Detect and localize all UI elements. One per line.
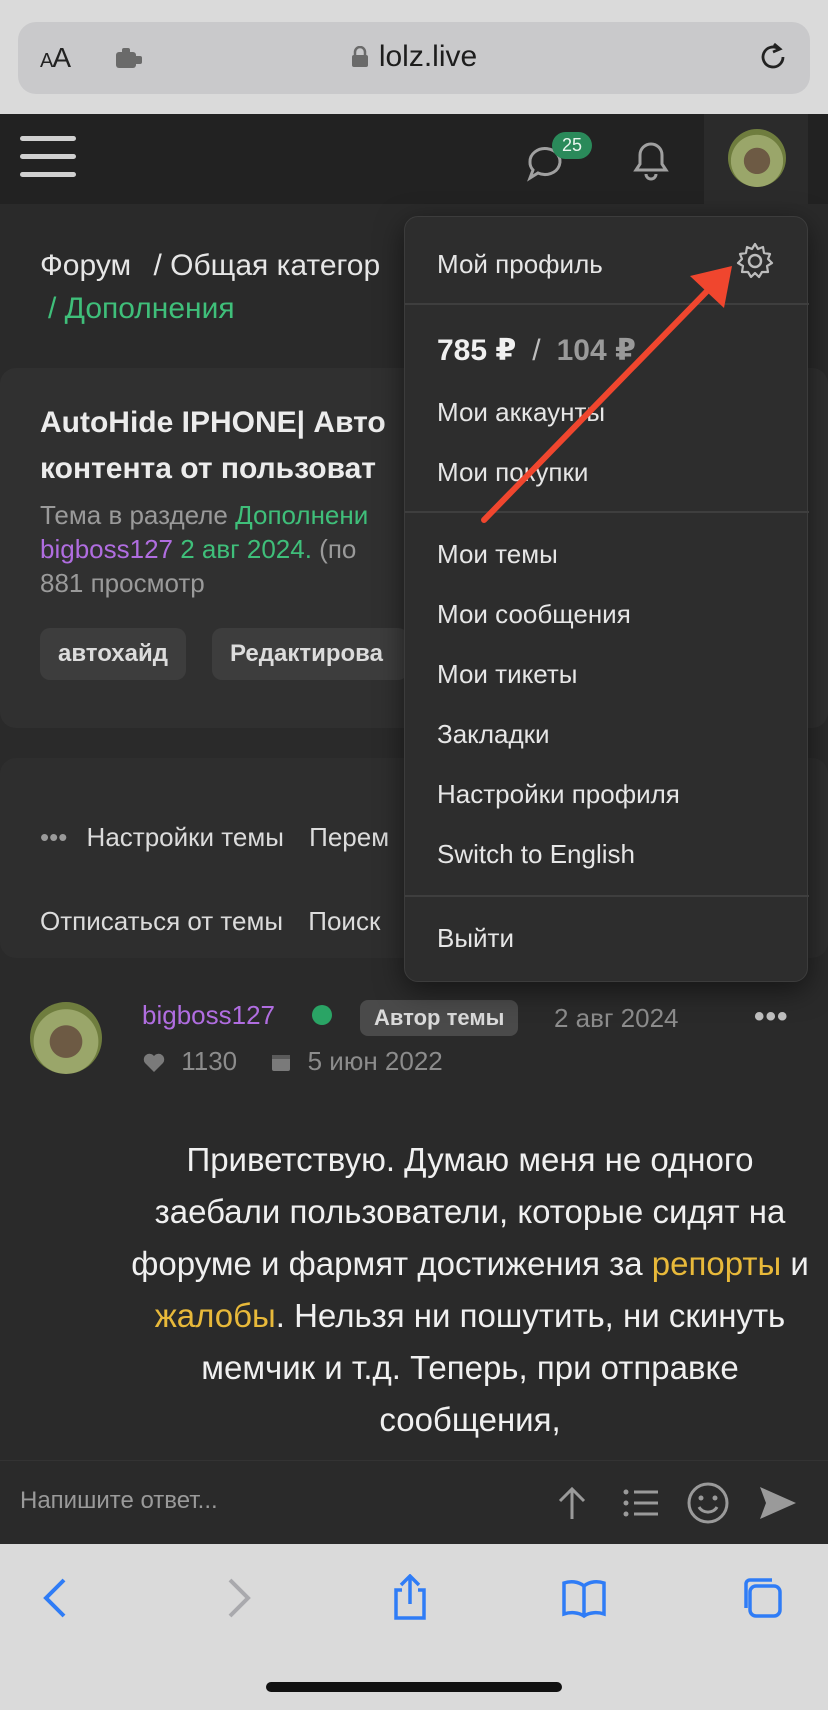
search-button[interactable]: Поиск — [308, 906, 380, 936]
home-indicator — [266, 1682, 562, 1692]
author-link[interactable]: bigboss127 — [40, 534, 173, 564]
address-bar[interactable]: AA lolz.live — [18, 22, 810, 94]
breadcrumb: Форум / Общая категор — [40, 238, 380, 294]
section-link[interactable]: Дополнени — [235, 500, 368, 530]
online-indicator — [312, 1005, 332, 1025]
reply-input[interactable]: Напишите ответ... — [20, 1487, 218, 1515]
bell-icon[interactable] — [630, 138, 672, 182]
balance-hold: 104 ₽ — [556, 334, 636, 367]
reload-icon[interactable] — [756, 40, 790, 74]
balance-main: 785 ₽ — [437, 334, 517, 367]
menu-divider — [405, 511, 809, 513]
menu-divider — [405, 895, 809, 897]
avatar — [728, 129, 786, 187]
list-icon[interactable] — [618, 1481, 662, 1525]
url-text[interactable]: lolz.live — [18, 40, 810, 74]
thread-actions-row: ••• Настройки темы Перем — [40, 822, 389, 853]
post-content: Приветствую. Думаю меня не одного заебал… — [131, 1141, 809, 1438]
likes-count: 1130 — [181, 1046, 238, 1076]
post-date[interactable]: 2 авг 2024 — [554, 1003, 679, 1034]
account-dropdown: Мой профиль 785 ₽/104 ₽ Мои аккаунты Мои… — [404, 216, 809, 982]
forum-header: 25 — [0, 114, 828, 204]
emoji-icon[interactable] — [686, 1481, 730, 1525]
breadcrumb-section[interactable]: / Дополнения — [48, 292, 235, 326]
view-count: 881 просмотр — [40, 568, 205, 598]
menu-icon[interactable] — [20, 136, 76, 182]
thread-actions-row-2: Отписаться от темы Поиск — [40, 906, 380, 937]
lock-icon — [351, 46, 368, 67]
menu-my-profile[interactable]: Мой профиль — [437, 249, 603, 280]
bookmarks-icon[interactable] — [560, 1574, 608, 1622]
tag-edit[interactable]: Редактирова — [212, 628, 408, 680]
menu-bookmarks[interactable]: Закладки — [437, 719, 550, 750]
menu-my-messages[interactable]: Мои сообщения — [437, 599, 631, 630]
thread-title: AutoHide IPHONE| Авто контента от пользо… — [40, 406, 386, 485]
thread-meta: Тема в разделе Дополнени bigboss127 2 ав… — [40, 498, 420, 600]
more-icon[interactable]: ••• — [40, 822, 67, 852]
menu-logout[interactable]: Выйти — [437, 923, 514, 954]
breadcrumb-forum[interactable]: Форум — [40, 249, 131, 282]
breadcrumb-category[interactable]: / Общая категор — [153, 249, 380, 282]
calendar-icon — [272, 1055, 291, 1071]
tabs-icon[interactable] — [738, 1574, 786, 1622]
tag-autohide[interactable]: автохайд — [40, 628, 186, 680]
upload-icon[interactable] — [550, 1481, 594, 1525]
menu-switch-language[interactable]: Switch to English — [437, 839, 635, 870]
browser-toolbar: AA lolz.live — [0, 0, 828, 114]
menu-my-purchases[interactable]: Мои покупки — [437, 457, 588, 488]
unsubscribe-button[interactable]: Отписаться от темы — [40, 906, 283, 936]
forward-icon[interactable] — [212, 1574, 260, 1622]
link-complaints[interactable]: жалобы — [155, 1297, 276, 1334]
post-stats: 1130 5 июн 2022 — [142, 1046, 443, 1077]
conversations-badge: 25 — [552, 132, 593, 159]
share-icon[interactable] — [386, 1574, 434, 1622]
menu-divider — [405, 303, 809, 305]
heart-icon — [143, 1053, 165, 1072]
reply-bar: Напишите ответ... — [0, 1460, 828, 1544]
move-button[interactable]: Перем — [309, 822, 389, 852]
balance[interactable]: 785 ₽/104 ₽ — [437, 333, 636, 368]
gear-icon[interactable] — [735, 241, 775, 281]
menu-my-tickets[interactable]: Мои тикеты — [437, 659, 577, 690]
menu-my-accounts[interactable]: Мои аккаунты — [437, 397, 605, 428]
post-more-icon[interactable]: ••• — [754, 1000, 789, 1034]
menu-my-threads[interactable]: Мои темы — [437, 539, 558, 570]
send-icon[interactable] — [756, 1481, 800, 1525]
post-avatar[interactable] — [30, 1002, 102, 1074]
account-menu-button[interactable] — [704, 114, 808, 204]
join-date: 5 июн 2022 — [307, 1046, 443, 1076]
back-icon[interactable] — [34, 1574, 82, 1622]
link-reports[interactable]: репорты — [652, 1245, 781, 1282]
menu-profile-settings[interactable]: Настройки профиля — [437, 779, 680, 810]
thread-settings-button[interactable]: Настройки темы — [87, 822, 284, 852]
post-username[interactable]: bigboss127 — [142, 1000, 275, 1031]
author-badge: Автор темы — [360, 1000, 519, 1036]
